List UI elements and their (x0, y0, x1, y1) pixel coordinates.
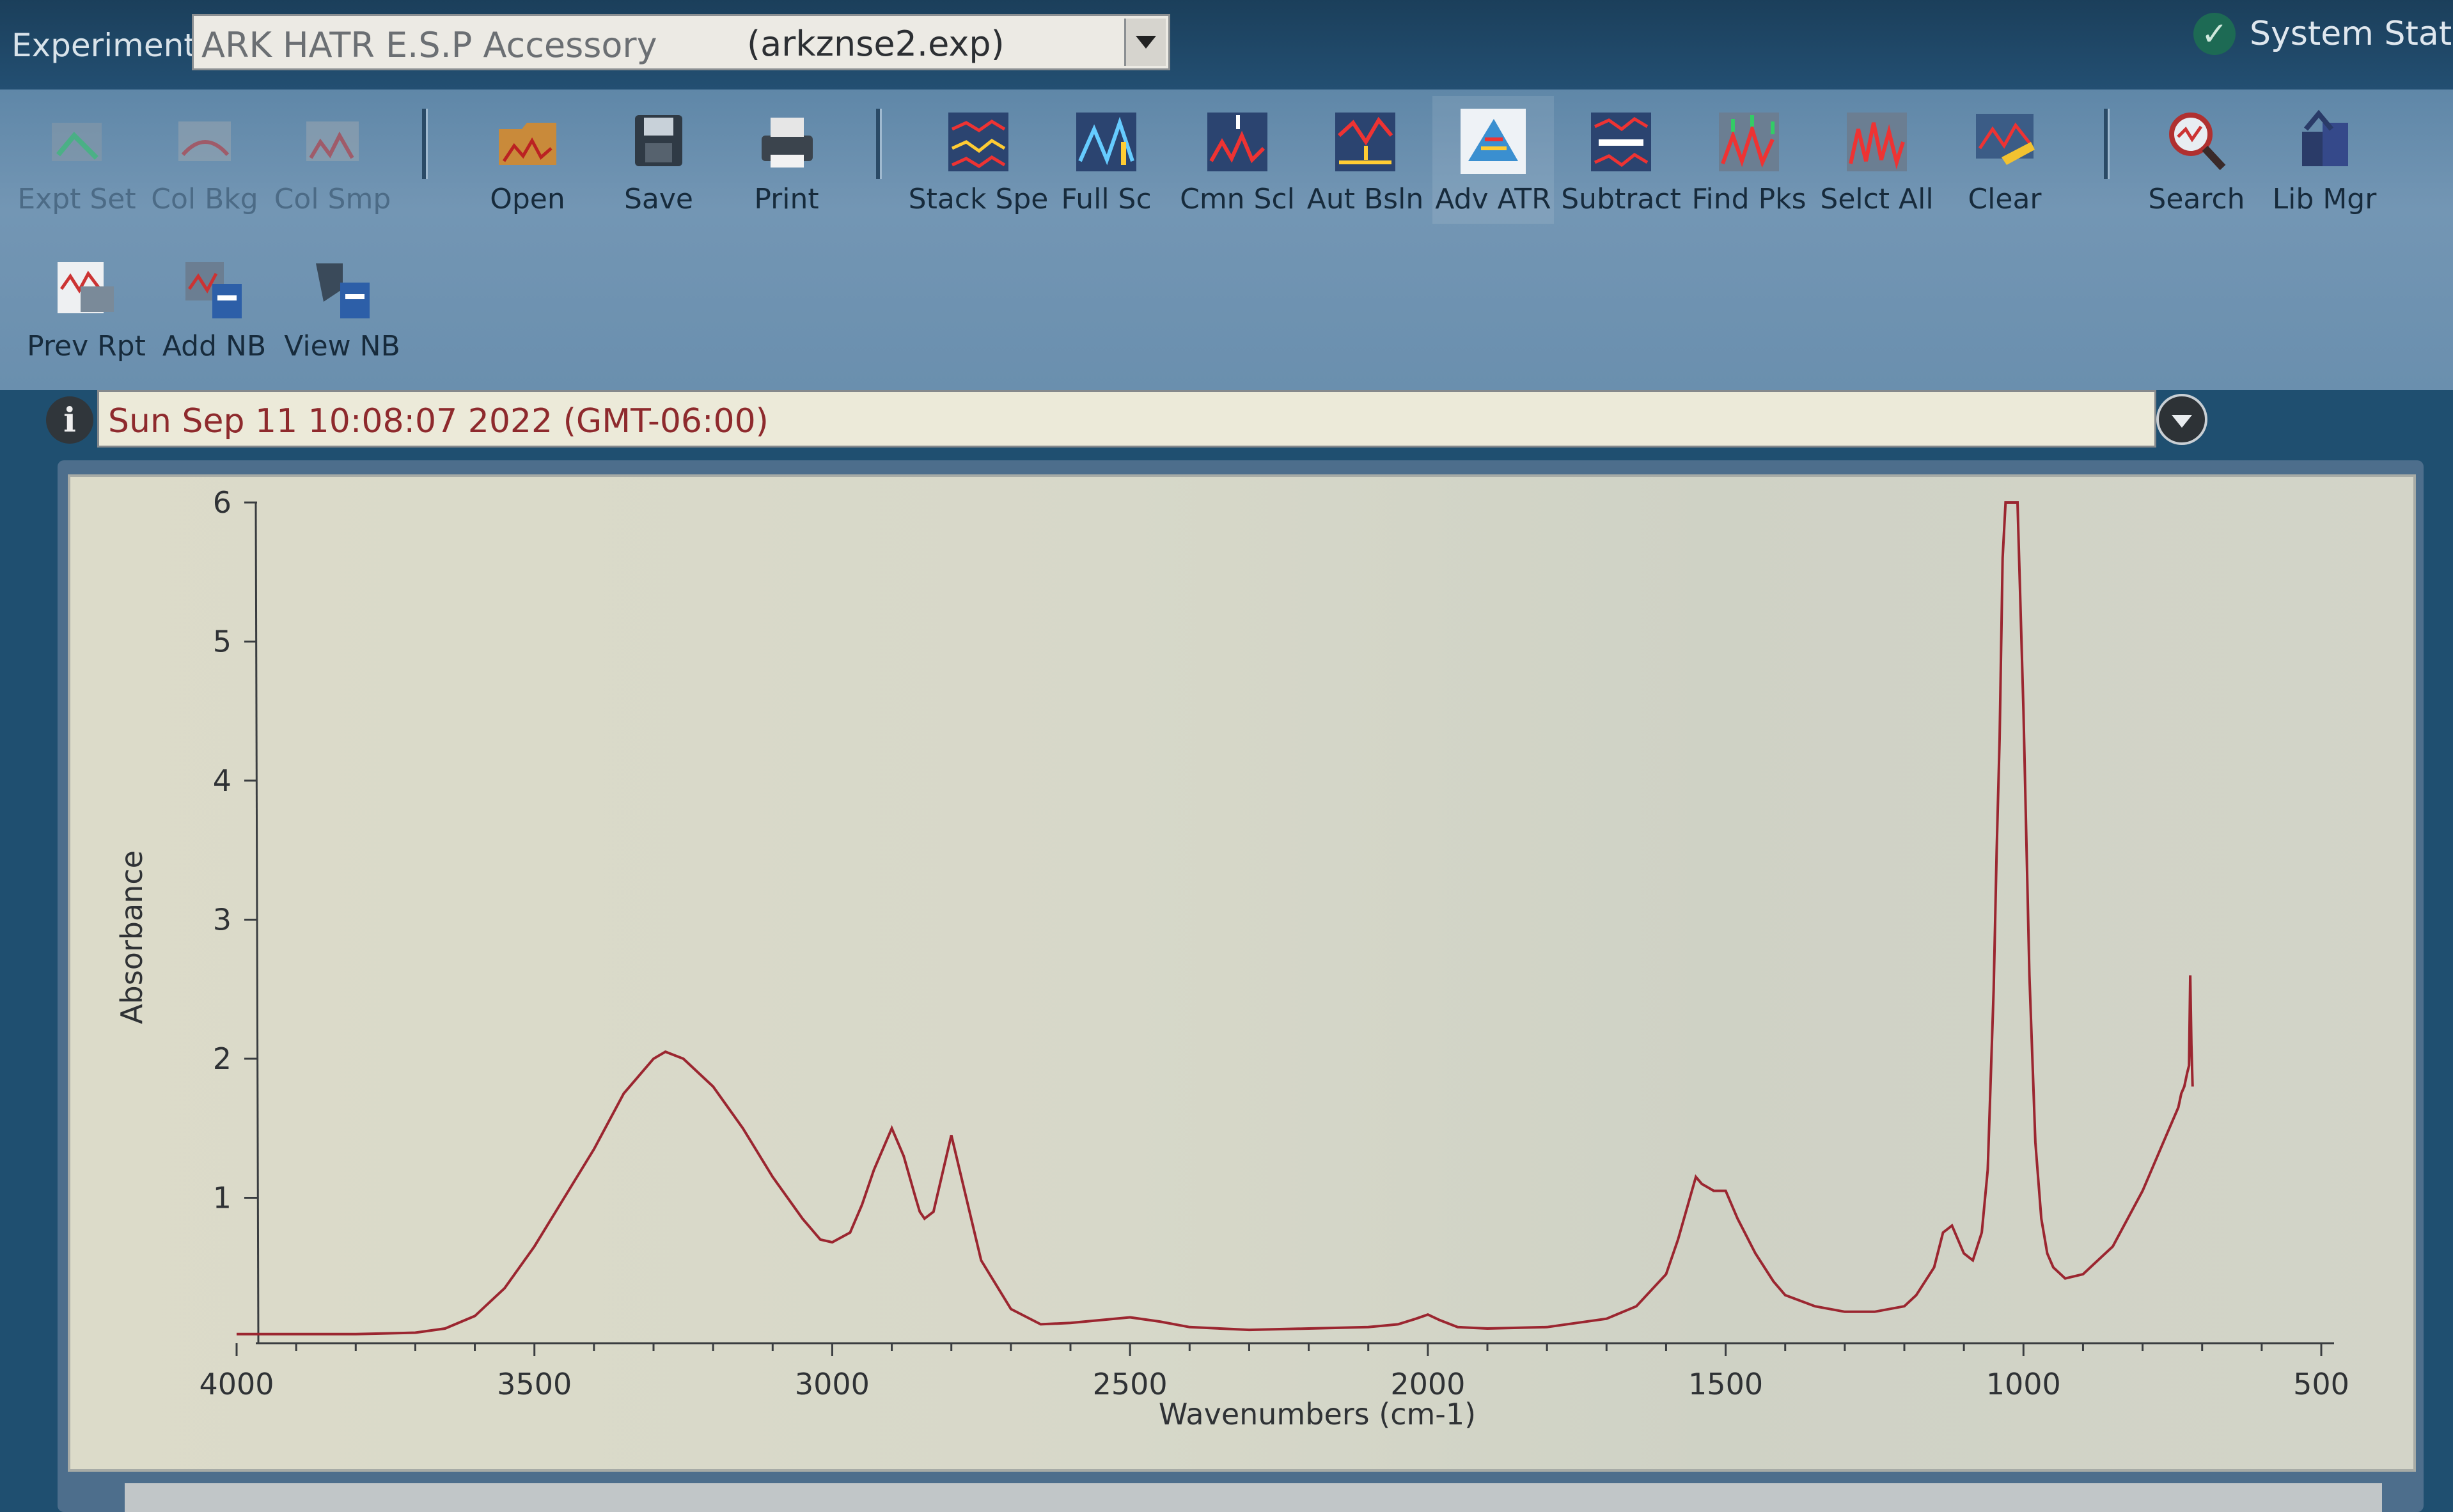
experiment-label: Experiment: (12, 27, 207, 64)
title-bar: Experiment: ARK HATR E.S.P Accessory (ar… (0, 0, 2453, 90)
col-smp-button[interactable]: Col Smp (272, 96, 393, 224)
view-nb-button[interactable]: View NB (281, 243, 403, 371)
x-tick-label: 3500 (497, 1367, 572, 1401)
collect-sample-icon (295, 104, 370, 179)
open-folder-icon (490, 104, 565, 179)
view-nb-label: View NB (284, 330, 400, 362)
lib-mgr-button[interactable]: Lib Mgr (2264, 96, 2385, 224)
adv-atr-label: Adv ATR (1435, 183, 1551, 215)
x-tick-label: 1500 (1688, 1367, 1763, 1401)
chevron-down-icon[interactable] (1124, 19, 1166, 66)
x-tick-label: 500 (2293, 1367, 2349, 1401)
stack-spectra-icon (941, 104, 1016, 179)
save-disk-icon (621, 104, 696, 179)
print-label: Print (754, 183, 819, 215)
cmn-scl-label: Cmn Scl (1180, 183, 1295, 215)
x-tick-label: 2500 (1093, 1367, 1168, 1401)
spectrum-chart[interactable]: 1 2 3 4 5 6 4000 3500 3000 2500 2000 1500 1000 500 Ab… (70, 477, 2413, 1469)
view-notebook-icon (304, 251, 380, 326)
selct-all-label: Selct All (1820, 183, 1934, 215)
aut-bsln-label: Aut Bsln (1306, 183, 1424, 215)
find-pks-button[interactable]: Find Pks (1688, 96, 1810, 224)
open-button[interactable]: Open (467, 96, 588, 224)
prev-rpt-button[interactable]: Prev Rpt (26, 243, 147, 371)
printer-icon (749, 104, 824, 179)
toolbar-separator (876, 109, 882, 179)
y-tick-label: 3 (213, 903, 231, 937)
x-axis-label: Wavenumbers (cm-1) (1159, 1397, 1476, 1431)
spectrum-line (237, 501, 2194, 1336)
open-label: Open (490, 183, 565, 215)
full-scale-icon (1069, 104, 1144, 179)
experiment-setup-icon (39, 104, 114, 179)
collect-background-icon (167, 104, 242, 179)
x-tick-label: 3000 (795, 1367, 870, 1401)
y-axis-label: Absorbance (114, 850, 149, 1024)
clear-icon (1967, 104, 2042, 179)
subtract-label: Subtract (1561, 183, 1681, 215)
save-button[interactable]: Save (598, 96, 719, 224)
preview-report-icon (49, 251, 124, 326)
spectrum-title-field[interactable]: Sun Sep 11 10:08:07 2022 (GMT-06:00) (97, 390, 2156, 448)
col-bkg-button[interactable]: Col Bkg (144, 96, 265, 224)
col-smp-label: Col Smp (274, 183, 391, 215)
auto-baseline-icon (1328, 104, 1403, 179)
expt-set-label: Expt Set (17, 183, 136, 215)
library-manager-icon (2287, 104, 2362, 179)
y-tick-label: 1 (213, 1181, 231, 1215)
full-sc-label: Full Sc (1061, 183, 1152, 215)
info-icon[interactable]: i (46, 396, 93, 444)
search-magnifier-icon (2159, 104, 2234, 179)
stack-spe-button[interactable]: Stack Spe (909, 96, 1048, 224)
search-button[interactable]: Search (2136, 96, 2257, 224)
spectrum-title: Sun Sep 11 10:08:07 2022 (GMT-06:00) (108, 402, 769, 440)
select-all-icon (1839, 104, 1915, 179)
experiment-select[interactable]: ARK HATR E.S.P Accessory (arkznse2.exp) (192, 14, 1170, 70)
cmn-scl-button[interactable]: Cmn Scl (1177, 96, 1298, 224)
spectrum-panel[interactable]: 1 2 3 4 5 6 4000 3500 3000 2500 2000 1500 1000 500 Ab… (68, 474, 2416, 1472)
full-sc-button[interactable]: Full Sc (1046, 96, 1167, 224)
advanced-atr-icon (1455, 104, 1531, 179)
spectrum-dropdown-icon[interactable] (2156, 394, 2207, 445)
system-status-label: System Status (2250, 15, 2453, 53)
selct-all-button[interactable]: Selct All (1816, 96, 1938, 224)
find-peaks-icon (1711, 104, 1787, 179)
lib-mgr-label: Lib Mgr (2272, 183, 2377, 215)
clear-button[interactable]: Clear (1944, 96, 2065, 224)
add-nb-label: Add NB (162, 330, 267, 362)
checkmark-icon: ✓ (2193, 13, 2236, 55)
y-tick-label: 6 (213, 485, 231, 520)
print-button[interactable]: Print (726, 96, 847, 224)
find-pks-label: Find Pks (1691, 183, 1806, 215)
experiment-file: (arkznse2.exp) (747, 24, 1005, 64)
subtract-button[interactable]: Subtract (1560, 96, 1682, 224)
y-tick-label: 4 (213, 763, 231, 798)
save-label: Save (623, 183, 693, 215)
toolbar-separator (422, 109, 428, 179)
experiment-name: ARK HATR E.S.P Accessory (201, 25, 657, 65)
common-scale-icon (1200, 104, 1275, 179)
prev-rpt-label: Prev Rpt (27, 330, 146, 362)
y-tick-label: 2 (213, 1041, 231, 1076)
subtract-icon (1583, 104, 1659, 179)
add-notebook-icon (176, 251, 252, 326)
x-tick-label: 4000 (199, 1367, 274, 1401)
aut-bsln-button[interactable]: Aut Bsln (1305, 96, 1426, 224)
expt-set-button[interactable]: Expt Set (16, 96, 137, 224)
system-status[interactable]: ✓ System Status (2193, 5, 2453, 63)
y-axis-line (255, 502, 260, 1344)
clear-label: Clear (1968, 183, 2042, 215)
panel-footer (125, 1483, 2382, 1512)
toolbar-separator (2104, 109, 2110, 179)
col-bkg-label: Col Bkg (151, 183, 258, 215)
add-nb-button[interactable]: Add NB (153, 243, 275, 371)
x-tick-label: 2000 (1390, 1367, 1465, 1401)
spectrum-title-bar: i Sun Sep 11 10:08:07 2022 (GMT-06:00) (46, 389, 2233, 453)
search-label: Search (2148, 183, 2245, 215)
x-tick-label: 1000 (1986, 1367, 2061, 1401)
adv-atr-button[interactable]: Adv ATR (1432, 96, 1554, 224)
stack-spe-label: Stack Spe (908, 183, 1049, 215)
y-tick-label: 5 (213, 625, 231, 659)
